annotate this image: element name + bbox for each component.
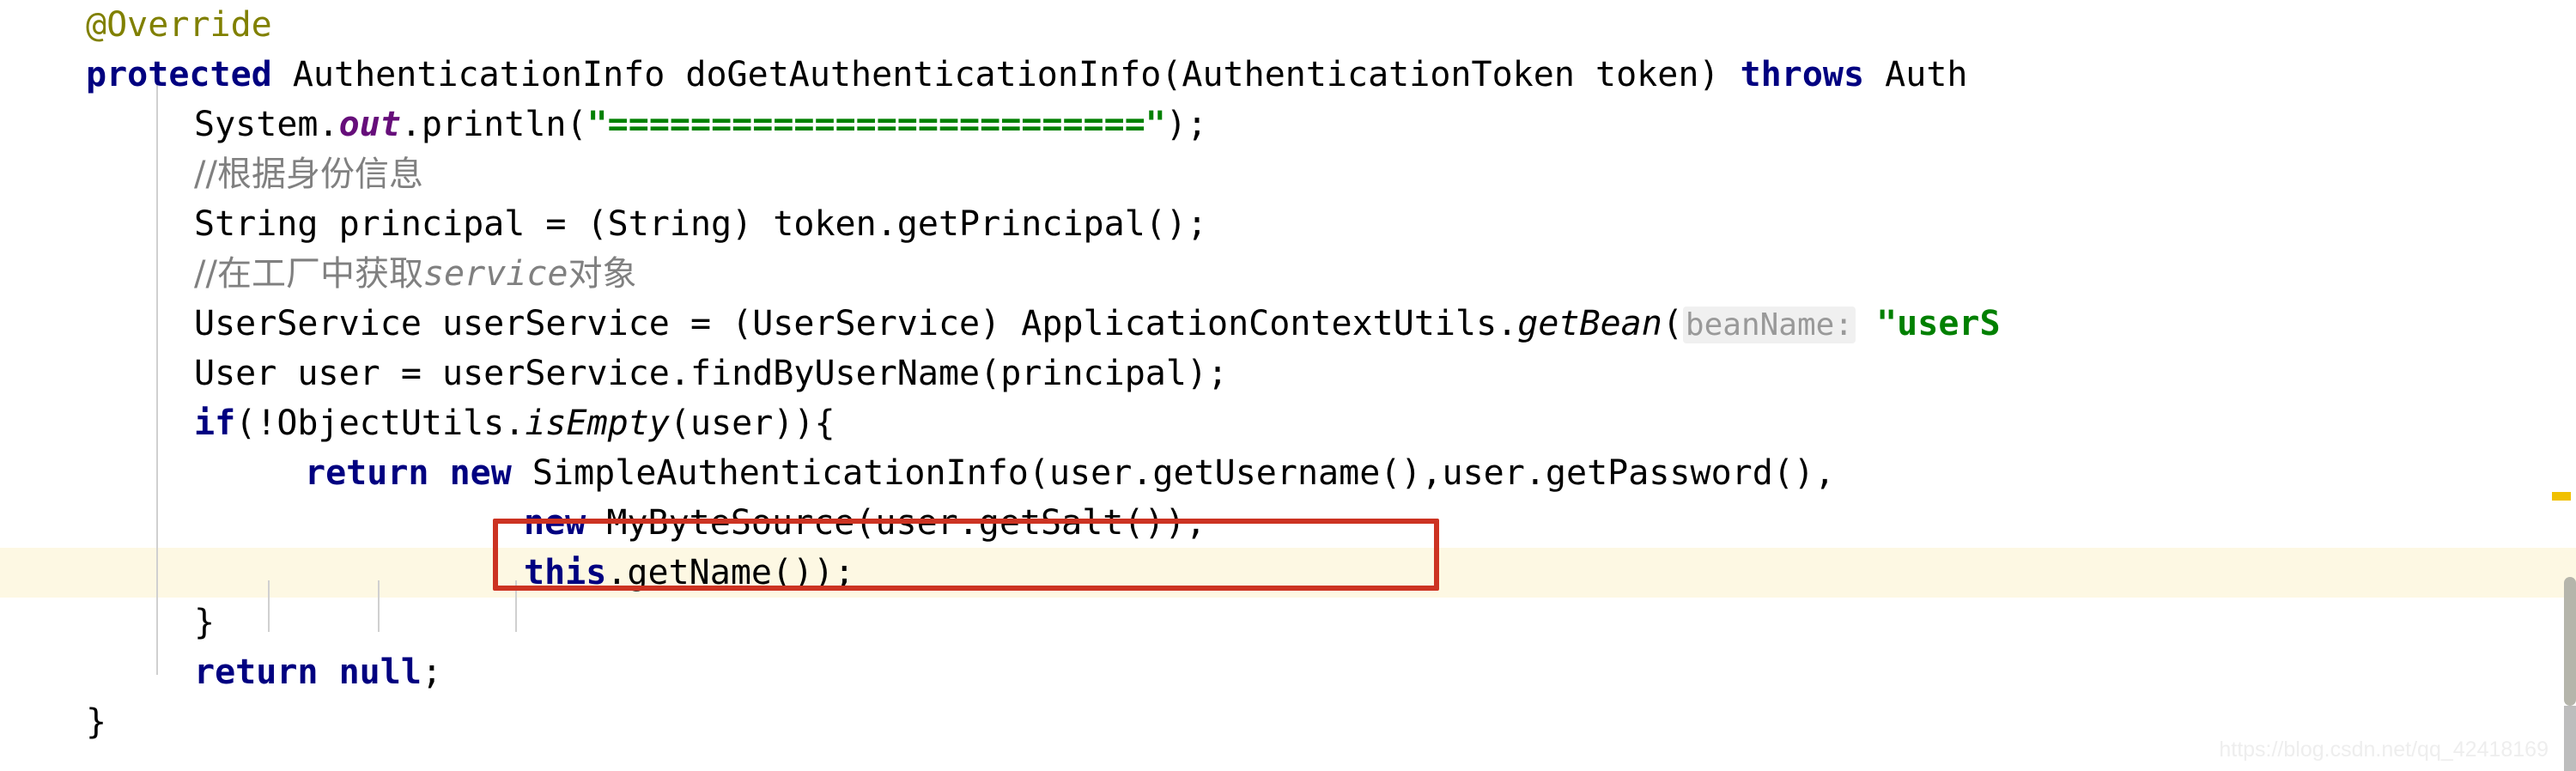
code-token: } [194, 603, 216, 642]
code-token: new [524, 503, 586, 543]
code-token: (user)){ [669, 404, 835, 443]
code-token: 对象 [568, 254, 637, 294]
indent-guide-2 [378, 580, 380, 632]
code-line-content: System.out.println("====================… [194, 100, 1207, 149]
code-token: return new [305, 453, 512, 493]
line-comment-factory[interactable]: //在工厂中获取service对象 [0, 249, 2576, 299]
indent-guide-3 [515, 580, 517, 632]
line-getbean[interactable]: UserService userService = (UserService) … [0, 299, 2576, 349]
code-line-content: String principal = (String) token.getPri… [194, 199, 1207, 249]
code-token: service [422, 254, 568, 294]
code-line-content: return null; [194, 647, 442, 697]
code-token: "userS [1876, 304, 2001, 343]
code-token: UserService userService = (UserService) … [194, 304, 1518, 343]
code-token: MyByteSource(user.getSalt()), [586, 503, 1206, 543]
line-finduser[interactable]: User user = userService.findByUserName(p… [0, 349, 2576, 398]
code-line-content: } [86, 697, 106, 747]
code-line-content: new MyByteSource(user.getSalt()), [524, 498, 1206, 548]
line-method-signature[interactable]: protected AuthenticationInfo doGetAuthen… [0, 50, 2576, 100]
code-token: @Override [86, 5, 272, 45]
line-this-getname[interactable]: this.getName()); [0, 548, 2576, 598]
code-token: SimpleAuthenticationInfo(user.getUsernam… [511, 453, 1836, 493]
code-token: beanName: [1682, 307, 1856, 343]
code-token: throws [1740, 55, 1865, 94]
code-line-content: this.getName()); [524, 548, 854, 598]
code-line-content: if(!ObjectUtils.isEmpty(user)){ [194, 398, 835, 448]
code-token: AuthenticationInfo doGetAuthenticationIn… [271, 55, 1741, 94]
code-line-content: protected AuthenticationInfo doGetAuthen… [86, 50, 1968, 100]
code-token: String principal = (String) token.getPri… [194, 204, 1208, 244]
line-sysout[interactable]: System.out.println("====================… [0, 100, 2576, 149]
indent-guide-1 [268, 580, 270, 632]
line-close-if[interactable]: } [0, 598, 2576, 647]
code-surface[interactable]: @Override protected AuthenticationInfo do… [0, 0, 2576, 771]
code-token: .println( [400, 105, 587, 144]
code-token: isEmpty [525, 404, 670, 443]
code-line-content: return new SimpleAuthenticationInfo(user… [305, 448, 1835, 498]
code-token: (!ObjectUtils. [235, 404, 526, 443]
code-token: .getName()); [606, 553, 855, 592]
code-token: User user = userService.findByUserName(p… [194, 354, 1229, 393]
line-override[interactable]: @Override [0, 0, 2576, 50]
vertical-scrollbar-thumb[interactable] [2564, 577, 2576, 706]
code-token: return null [194, 653, 422, 692]
code-token: ; [421, 653, 442, 692]
indent-guide-0 [156, 74, 158, 675]
line-new-mybytesource[interactable]: new MyByteSource(user.getSalt()), [0, 498, 2576, 548]
code-token: if [194, 404, 236, 443]
code-token: ); [1165, 105, 1208, 144]
code-token: "==========================" [586, 105, 1166, 144]
vertical-scrollbar-track-lower[interactable] [2564, 706, 2576, 771]
line-return-new-simpleauthinfo[interactable]: return new SimpleAuthenticationInfo(user… [0, 448, 2576, 498]
code-token: ( [1662, 304, 1683, 343]
code-token: protected [86, 55, 272, 94]
code-token: //根据身份信息 [194, 155, 423, 194]
line-comment-identity[interactable]: //根据身份信息 [0, 149, 2576, 199]
code-line-content: //在工厂中获取service对象 [194, 249, 637, 299]
code-line-content: UserService userService = (UserService) … [194, 299, 2001, 350]
watermark-text: https://blog.csdn.net/qq_42418169 [2219, 738, 2549, 762]
code-line-content: //根据身份信息 [194, 149, 423, 199]
code-token: //在工厂中获取 [194, 254, 423, 294]
line-if-isempty[interactable]: if(!ObjectUtils.isEmpty(user)){ [0, 398, 2576, 448]
line-principal[interactable]: String principal = (String) token.getPri… [0, 199, 2576, 249]
line-return-null[interactable]: return null; [0, 647, 2576, 697]
code-line-content: } [194, 598, 215, 647]
code-token: System. [194, 105, 339, 144]
warning-marker[interactable] [2552, 492, 2571, 501]
code-token: Auth [1864, 55, 1968, 94]
code-editor[interactable]: @Override protected AuthenticationInfo do… [0, 0, 2576, 771]
code-token: } [86, 702, 107, 742]
code-token: out [338, 105, 401, 144]
code-token: getBean [1517, 304, 1662, 343]
code-line-content: @Override [86, 0, 272, 50]
code-token: this [524, 553, 607, 592]
code-line-content: User user = userService.findByUserName(p… [194, 349, 1228, 398]
line-close-method[interactable]: } [0, 697, 2576, 747]
